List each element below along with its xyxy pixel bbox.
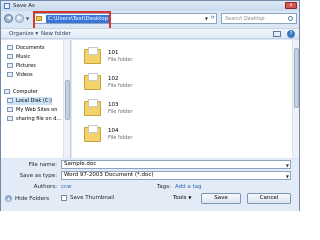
save-thumbnail-checkbox[interactable] (61, 195, 67, 201)
save-as-dialog: Save As x ◀ ▶ ▼ C:\Users\Test\Desktop ▼ … (0, 0, 300, 211)
cancel-button[interactable]: Cancel (247, 193, 291, 204)
new-folder-button[interactable]: New folder (41, 31, 71, 37)
folder-icon (84, 125, 101, 142)
file-list-scrollbar[interactable] (292, 40, 299, 158)
tools-menu[interactable]: Tools ▼ (173, 195, 191, 201)
nav-item-label: Computer (13, 89, 38, 95)
file-name: 103 (108, 102, 119, 108)
nav-item-label: Videos (16, 72, 33, 78)
nav-item-pictures[interactable]: Pictures (7, 62, 36, 70)
search-placeholder: Search Desktop (225, 16, 265, 22)
file-type: File folder (108, 57, 133, 63)
search-input[interactable]: Search Desktop (221, 13, 297, 24)
save-type-select[interactable]: Word 97-2003 Document (*.doc) ▼ (61, 171, 291, 180)
nav-scrollbar-thumb[interactable] (65, 80, 70, 120)
save-thumbnail-label[interactable]: Save Thumbnail (70, 195, 114, 201)
nav-item-videos[interactable]: Videos (7, 71, 33, 79)
help-icon[interactable]: ? (287, 30, 295, 38)
computer-icon (4, 89, 10, 94)
tags-label: Tags: (156, 184, 171, 190)
refresh-icon[interactable]: ⟳ (211, 15, 215, 21)
authors-value[interactable]: ccw (61, 184, 72, 190)
close-button[interactable]: x (285, 2, 297, 9)
list-item[interactable]: 104 File folder (84, 124, 164, 148)
search-icon[interactable] (288, 16, 293, 21)
title-bar: Save As x (1, 1, 299, 11)
nav-item-label: My Web Sites on (16, 107, 58, 113)
file-type: File folder (108, 83, 133, 89)
back-button[interactable]: ◀ (4, 14, 13, 23)
hide-folders-button[interactable]: ▲ Hide Folders (5, 195, 49, 202)
file-type: File folder (108, 135, 133, 141)
authors-label: Authors: (33, 184, 57, 190)
navigation-pane: Documents Music Pictures Videos Computer… (1, 40, 71, 158)
nav-item-local-disk[interactable]: Local Disk (C:) (7, 97, 52, 105)
save-type-value: Word 97-2003 Document (*.doc) (64, 172, 154, 178)
pictures-icon (7, 63, 13, 68)
forward-button[interactable]: ▶ (15, 14, 24, 23)
folder-icon (84, 47, 101, 64)
command-toolbar: Organize ▾ New folder ? (1, 28, 299, 39)
nav-item-label: sharing file on d... (16, 116, 62, 122)
list-item[interactable]: 103 File folder (84, 98, 164, 122)
chevron-down-icon[interactable]: ▼ (286, 162, 289, 169)
chevron-down-icon: ▼ (188, 195, 192, 200)
nav-item-computer[interactable]: Computer (4, 88, 38, 96)
file-list-scrollbar-thumb[interactable] (294, 48, 299, 108)
chevron-up-icon: ▲ (5, 195, 12, 202)
change-view-icon[interactable] (273, 31, 281, 37)
folder-icon (84, 73, 101, 90)
folder-icon (84, 99, 101, 116)
nav-item-label: Documents (16, 45, 45, 51)
recent-locations-dropdown[interactable]: ▼ (26, 16, 29, 21)
window-title: Save As (13, 3, 35, 9)
shared-folder-icon (7, 116, 13, 121)
file-name: 104 (108, 128, 119, 134)
videos-icon (7, 72, 13, 77)
documents-icon (7, 45, 13, 50)
nav-item-music[interactable]: Music (7, 53, 30, 61)
chevron-down-icon[interactable]: ▼ (286, 173, 289, 180)
nav-item-label: Music (16, 54, 31, 60)
file-list: 101 File folder 102 File folder 103 File… (72, 40, 299, 158)
web-sites-icon (7, 107, 13, 112)
organize-menu[interactable]: Organize ▾ (9, 31, 38, 37)
save-type-label: Save as type: (19, 173, 57, 179)
address-dropdown-icon[interactable]: ▼ (205, 16, 208, 21)
music-icon (7, 54, 13, 59)
disk-icon (7, 98, 13, 103)
file-name-field[interactable]: Sample.doc ▼ (61, 160, 291, 169)
nav-item-sharing-file[interactable]: sharing file on d... (7, 115, 61, 123)
list-item[interactable]: 102 File folder (84, 72, 164, 96)
hide-folders-label: Hide Folders (15, 196, 50, 202)
nav-item-my-web-sites[interactable]: My Web Sites on (7, 106, 57, 114)
tools-label: Tools (173, 195, 187, 201)
nav-scrollbar[interactable] (63, 40, 70, 158)
nav-item-documents[interactable]: Documents (7, 44, 45, 52)
list-item[interactable]: 101 File folder (84, 46, 164, 70)
nav-item-label: Pictures (16, 63, 36, 69)
file-type: File folder (108, 109, 133, 115)
nav-item-label: Local Disk (C:) (16, 98, 52, 104)
file-name-value[interactable]: Sample.doc (64, 161, 96, 167)
file-name: 102 (108, 76, 119, 82)
tags-field[interactable]: Add a tag (175, 184, 202, 190)
save-dialog-icon (4, 3, 10, 9)
file-name-label: File name: (28, 162, 57, 168)
file-name: 101 (108, 50, 119, 56)
save-button[interactable]: Save (201, 193, 241, 204)
